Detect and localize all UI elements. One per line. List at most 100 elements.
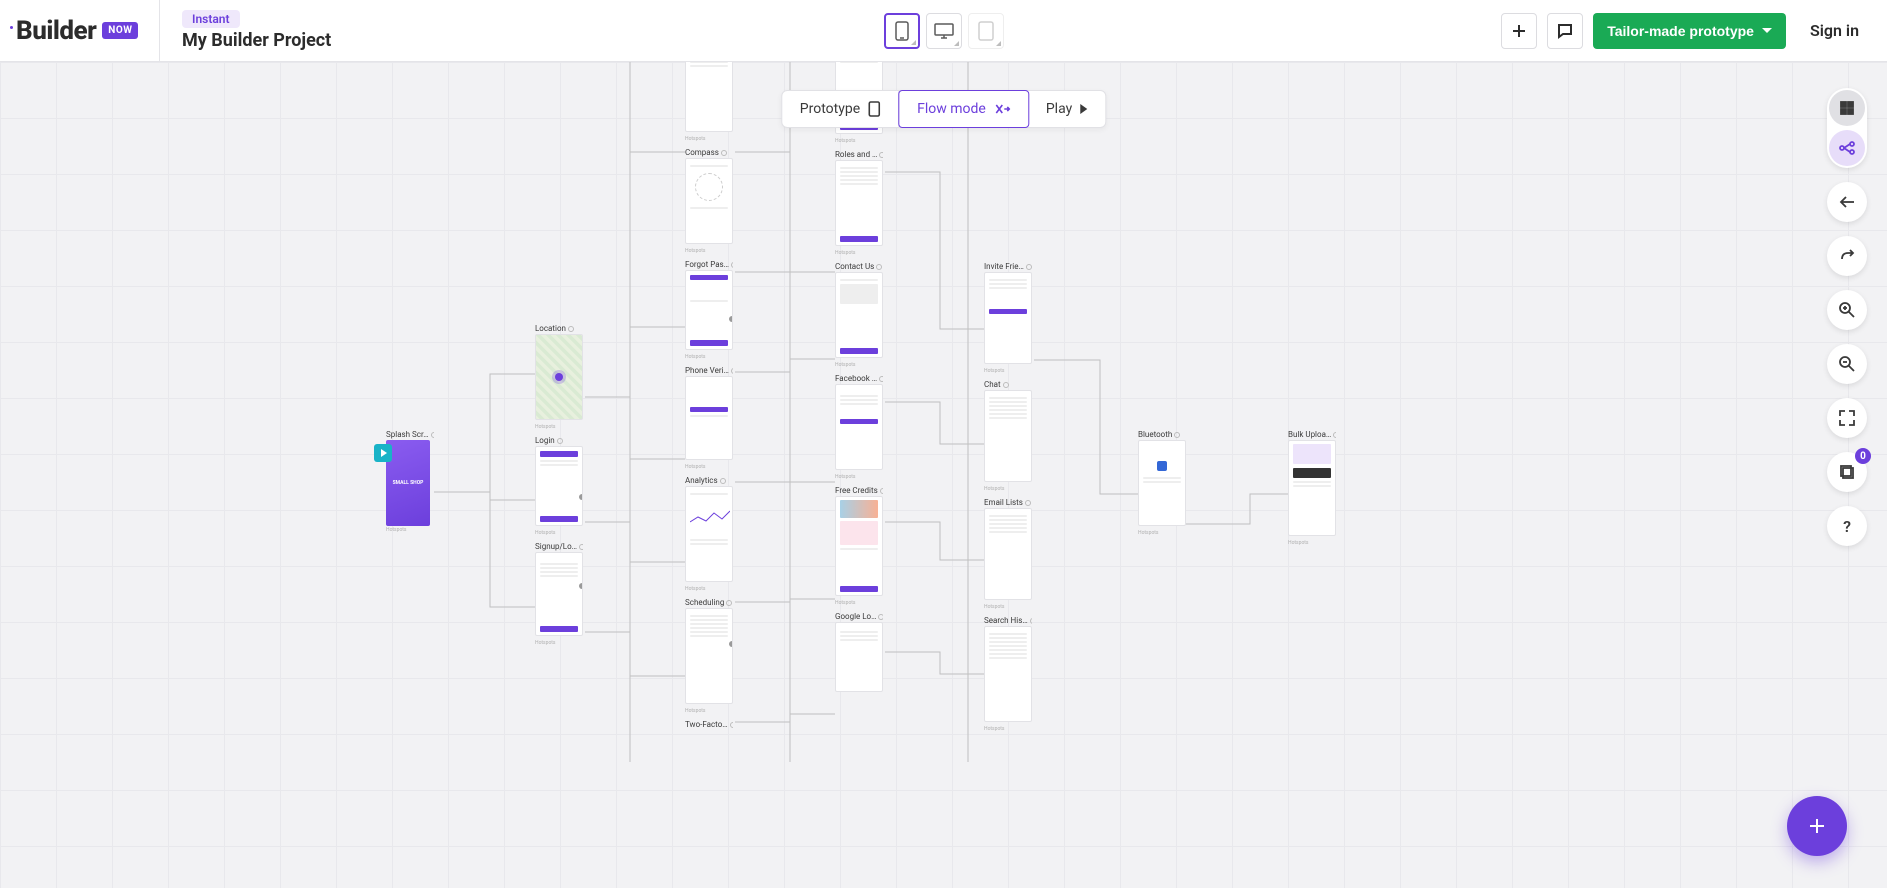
flow-node-roles[interactable]: Roles and … Hotspots: [835, 150, 887, 256]
logo-area[interactable]: Builder NOW: [0, 0, 160, 61]
screen-thumb-login[interactable]: [535, 446, 583, 526]
screen-thumb-bulkupload[interactable]: [1288, 440, 1336, 536]
screen-thumb-signup[interactable]: [535, 552, 583, 636]
screen-title: Scheduling: [685, 598, 724, 607]
flow-node-splash[interactable]: Splash Scr… SMALL SHOP Hotspots: [386, 428, 438, 533]
flow-node-scheduling[interactable]: Scheduling Hotspots: [685, 598, 737, 714]
play-start-icon[interactable]: [374, 444, 392, 462]
flow-node-invite[interactable]: Invite Frie… Hotspots: [984, 262, 1036, 374]
screen-title: Signup/Lo…: [535, 542, 577, 551]
gear-icon[interactable]: [1174, 432, 1180, 438]
screens-count-button[interactable]: 0: [1827, 452, 1867, 492]
screen-thumb-chat[interactable]: [984, 390, 1032, 482]
flow-node-twofactor[interactable]: Two-Facto…: [685, 720, 737, 729]
add-screen-fab[interactable]: [1787, 796, 1847, 856]
flow-node-analytics[interactable]: Analytics Hotspots: [685, 476, 737, 592]
flow-node-facebook[interactable]: Facebook … Hotspots: [835, 374, 887, 480]
flow-node-bluetooth[interactable]: Bluetooth Hotspots: [1138, 428, 1190, 536]
gear-icon[interactable]: [1003, 382, 1009, 388]
gear-icon[interactable]: [726, 600, 732, 606]
screen-thumb-location[interactable]: [535, 334, 583, 420]
flow-node-signup[interactable]: Signup/Lo… Hotspots: [535, 542, 587, 646]
project-title[interactable]: My Builder Project: [182, 30, 331, 51]
screen-thumb-invite[interactable]: [984, 272, 1032, 364]
flow-node-location[interactable]: Location Hotspots: [535, 324, 587, 430]
flow-node-google[interactable]: Google Lo…: [835, 612, 887, 692]
desktop-icon: [934, 23, 954, 39]
view-mode-flow[interactable]: Flow mode: [898, 90, 1029, 128]
gear-icon[interactable]: [431, 432, 434, 438]
undo-button[interactable]: [1827, 236, 1867, 276]
mobile-icon: [868, 101, 880, 117]
dropdown-indicator-icon: [911, 40, 916, 45]
screen-thumb-searchhist[interactable]: [984, 626, 1032, 722]
flow-node-chat[interactable]: Chat Hotspots: [984, 380, 1036, 492]
device-desktop-button[interactable]: [926, 13, 962, 49]
gear-icon[interactable]: [880, 488, 883, 494]
gear-icon[interactable]: [879, 152, 883, 158]
screen-thumb-forgot[interactable]: [685, 270, 733, 350]
flow-node-compass[interactable]: Compass Hotspots: [685, 148, 737, 254]
view-mode-prototype[interactable]: Prototype: [782, 91, 899, 127]
screen-thumb-splash[interactable]: SMALL SHOP: [386, 440, 430, 526]
flow-node-forgot[interactable]: Forgot Pas… Hotspots: [685, 260, 737, 360]
screen-thumb-compass[interactable]: [685, 158, 733, 244]
screen-thumb-freecredits[interactable]: [835, 496, 883, 596]
flow-node-contact[interactable]: Contact Us Hotspots: [835, 262, 887, 368]
screen-thumb-phone[interactable]: [685, 376, 733, 460]
flow-node-emaillists[interactable]: Email Lists Hotspots: [984, 498, 1036, 610]
screen-thumb-contact[interactable]: [835, 272, 883, 358]
flow-node-bulkupload[interactable]: Bulk Uploa… Hotspots: [1288, 428, 1340, 546]
flow-node-searchhist[interactable]: Search His… Hotspots: [984, 616, 1036, 732]
gear-icon[interactable]: [731, 262, 733, 268]
flow-node-freecredits[interactable]: Free Credits Hotspots: [835, 486, 887, 606]
device-tablet-button[interactable]: [968, 13, 1004, 49]
gear-icon[interactable]: [878, 614, 883, 620]
help-icon: ?: [1843, 517, 1851, 536]
fit-screen-button[interactable]: [1827, 398, 1867, 438]
flow-canvas[interactable]: Prototype Flow mode Play: [0, 62, 1887, 888]
flow-node-phone[interactable]: Phone Veri… Hotspots: [685, 366, 737, 470]
screen-thumb[interactable]: [685, 62, 733, 132]
gear-icon[interactable]: [731, 368, 733, 374]
gear-icon[interactable]: [879, 376, 883, 382]
screen-thumb-facebook[interactable]: [835, 384, 883, 470]
zoom-out-button[interactable]: [1827, 344, 1867, 384]
screen-thumb-google[interactable]: [835, 622, 883, 692]
flow-view-button[interactable]: [1829, 130, 1865, 166]
view-mode-play[interactable]: Play: [1028, 91, 1105, 127]
zoom-in-button[interactable]: [1827, 290, 1867, 330]
help-button[interactable]: ?: [1827, 506, 1867, 546]
gear-icon[interactable]: [568, 326, 574, 332]
add-button[interactable]: [1501, 13, 1537, 49]
screen-thumb-roles[interactable]: [835, 160, 883, 246]
sign-in-link[interactable]: Sign in: [1810, 21, 1859, 40]
flow-node-partial-top[interactable]: Hotspots: [685, 62, 737, 142]
device-mobile-button[interactable]: [884, 13, 920, 49]
gear-icon[interactable]: [579, 544, 583, 550]
back-button[interactable]: [1827, 182, 1867, 222]
gear-icon[interactable]: [720, 478, 726, 484]
comments-button[interactable]: [1547, 13, 1583, 49]
screen-thumb-analytics[interactable]: [685, 486, 733, 582]
screen-thumb-scheduling[interactable]: [685, 608, 733, 704]
gear-icon[interactable]: [730, 722, 733, 728]
gear-icon[interactable]: [721, 150, 727, 156]
grid-view-button[interactable]: [1829, 90, 1865, 126]
gear-icon[interactable]: [876, 264, 882, 270]
gear-icon[interactable]: [1030, 618, 1032, 624]
screen-title: Google Lo…: [835, 612, 876, 621]
gear-icon[interactable]: [1026, 264, 1032, 270]
gear-icon[interactable]: [557, 438, 563, 444]
screen-thumb-bluetooth[interactable]: [1138, 440, 1186, 526]
screen-thumb-emaillists[interactable]: [984, 508, 1032, 600]
flow-node-login[interactable]: Login Hotspots: [535, 436, 587, 536]
screens-badge: 0: [1855, 448, 1871, 464]
tailor-made-prototype-button[interactable]: Tailor-made prototype: [1593, 13, 1786, 49]
logo-now-badge: NOW: [102, 22, 138, 39]
gear-icon[interactable]: [1333, 432, 1336, 438]
logo-text: Builder: [16, 16, 96, 46]
gear-icon[interactable]: [1025, 500, 1031, 506]
layers-icon: [1839, 464, 1855, 480]
hotspots-label: Hotspots: [1138, 530, 1190, 536]
